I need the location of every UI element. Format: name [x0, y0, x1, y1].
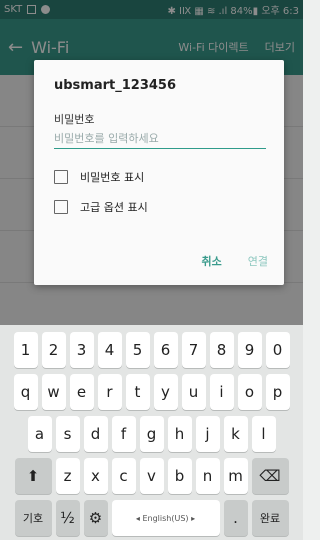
- key[interactable]: 0: [265, 332, 290, 368]
- key[interactable]: p: [265, 374, 290, 410]
- fraction-key[interactable]: ½: [55, 500, 80, 536]
- key[interactable]: 3: [69, 332, 94, 368]
- key[interactable]: f: [111, 416, 136, 452]
- password-input[interactable]: [54, 129, 266, 149]
- key[interactable]: z: [55, 458, 80, 494]
- checkbox-box[interactable]: [54, 170, 68, 184]
- key[interactable]: 1: [13, 332, 38, 368]
- key[interactable]: e: [69, 374, 94, 410]
- key[interactable]: q: [13, 374, 38, 410]
- key[interactable]: r: [97, 374, 122, 410]
- key[interactable]: 2: [41, 332, 66, 368]
- key[interactable]: d: [83, 416, 108, 452]
- key[interactable]: 4: [97, 332, 122, 368]
- key[interactable]: x: [83, 458, 108, 494]
- done-key[interactable]: 완료: [251, 500, 289, 536]
- show-password-label: 비밀번호 표시: [80, 171, 145, 184]
- checkbox-box[interactable]: [54, 200, 68, 214]
- wifi-password-dialog: ubsmart_123456 비밀번호 비밀번호 표시 고급 옵션 표시 취소 …: [34, 60, 284, 285]
- keyboard: 1234567890 qwertyuiop asdfghjkl ⬆ zxcvbn…: [0, 325, 303, 540]
- password-label: 비밀번호: [54, 113, 95, 126]
- key[interactable]: a: [27, 416, 52, 452]
- key[interactable]: u: [181, 374, 206, 410]
- key[interactable]: m: [223, 458, 248, 494]
- key[interactable]: h: [167, 416, 192, 452]
- key[interactable]: 5: [125, 332, 150, 368]
- key[interactable]: n: [195, 458, 220, 494]
- key[interactable]: g: [139, 416, 164, 452]
- key[interactable]: v: [139, 458, 164, 494]
- key[interactable]: o: [237, 374, 262, 410]
- show-password-checkbox[interactable]: 비밀번호 표시: [54, 169, 268, 185]
- key[interactable]: c: [111, 458, 136, 494]
- key[interactable]: 8: [209, 332, 234, 368]
- key[interactable]: 6: [153, 332, 178, 368]
- settings-icon[interactable]: ⚙: [83, 500, 108, 536]
- period-key[interactable]: .: [223, 500, 248, 536]
- cancel-button[interactable]: 취소: [202, 253, 222, 269]
- key[interactable]: l: [251, 416, 276, 452]
- key[interactable]: y: [153, 374, 178, 410]
- key[interactable]: k: [223, 416, 248, 452]
- advanced-options-checkbox[interactable]: 고급 옵션 표시: [54, 199, 268, 215]
- network-name: ubsmart_123456: [54, 78, 177, 93]
- advanced-options-label: 고급 옵션 표시: [80, 201, 148, 214]
- shift-key[interactable]: ⬆: [14, 458, 52, 494]
- space-key[interactable]: ◂ English(US) ▸: [111, 500, 220, 536]
- key[interactable]: w: [41, 374, 66, 410]
- backspace-key[interactable]: ⌫: [251, 458, 289, 494]
- key[interactable]: 9: [237, 332, 262, 368]
- key[interactable]: t: [125, 374, 150, 410]
- connect-button[interactable]: 연결: [248, 253, 268, 269]
- key[interactable]: i: [209, 374, 234, 410]
- key[interactable]: s: [55, 416, 80, 452]
- key[interactable]: 7: [181, 332, 206, 368]
- symbols-key[interactable]: 기호: [14, 500, 52, 536]
- key[interactable]: j: [195, 416, 220, 452]
- key[interactable]: b: [167, 458, 192, 494]
